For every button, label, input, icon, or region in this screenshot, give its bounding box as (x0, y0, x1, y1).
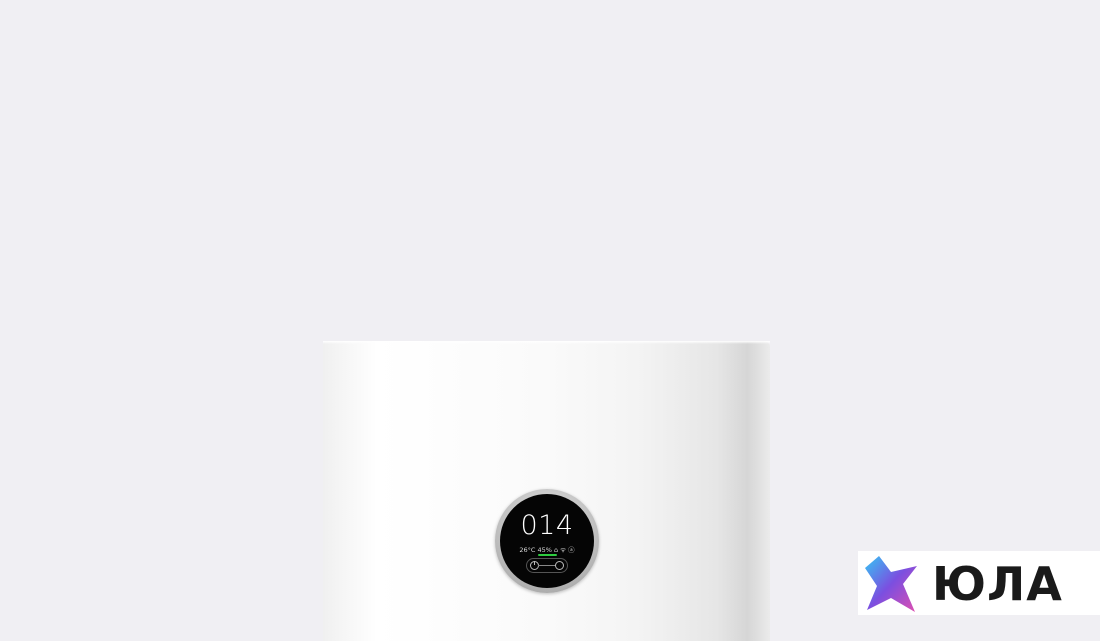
display-screen: 014 26°C 45% ⌂ ᯤ ⓐ (500, 494, 594, 588)
brand-wordmark: ЮЛА (932, 557, 1063, 611)
star-logo-icon (865, 556, 917, 612)
air-quality-indicator (538, 554, 557, 556)
display-bezel: 014 26°C 45% ⌂ ᯤ ⓐ (495, 489, 599, 593)
status-readout: 26°C 45% ⌂ ᯤ ⓐ (519, 546, 575, 554)
brand-watermark: ЮЛА (858, 551, 1100, 615)
controls-divider (538, 565, 556, 566)
mode-icon[interactable] (555, 561, 564, 570)
aqi-reading: 014 (520, 510, 574, 541)
air-purifier-body: 014 26°C 45% ⌂ ᯤ ⓐ (323, 341, 770, 641)
purifier-top-edge (323, 341, 770, 344)
